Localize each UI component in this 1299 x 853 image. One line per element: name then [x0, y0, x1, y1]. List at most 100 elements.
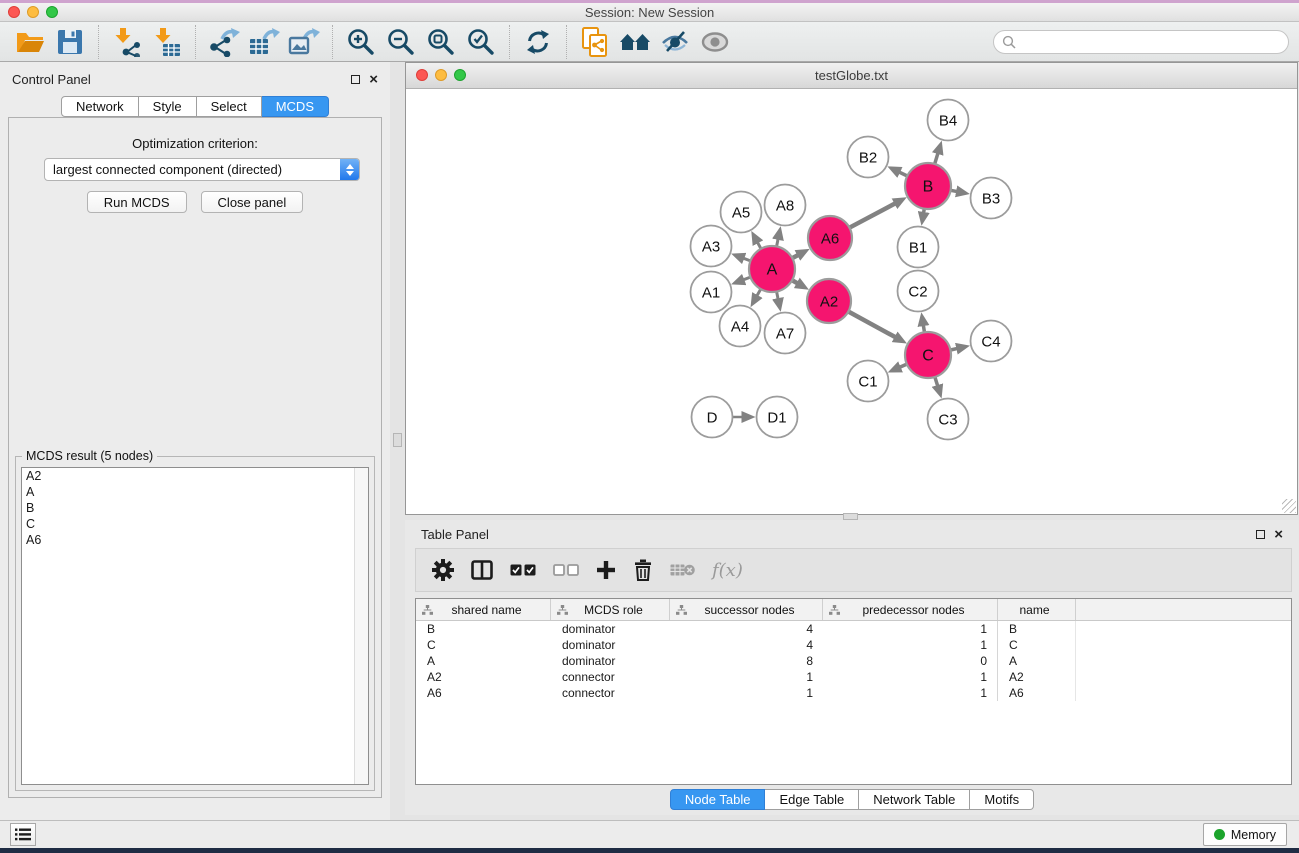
show-all-button[interactable] — [695, 24, 735, 60]
edge-B-B2[interactable] — [894, 169, 908, 176]
tab-edge-table[interactable]: Edge Table — [765, 789, 859, 810]
save-session-button[interactable] — [50, 24, 90, 60]
column-header-predecessor-nodes[interactable]: predecessor nodes — [823, 599, 998, 620]
apply-layout-button[interactable] — [518, 24, 558, 60]
close-panel-button[interactable]: Close panel — [201, 191, 304, 213]
tab-mcds[interactable]: MCDS — [262, 96, 329, 117]
deselect-all-button[interactable] — [553, 564, 579, 576]
horizontal-splitter-handle[interactable] — [843, 513, 858, 520]
cell-successor: 8 — [670, 653, 823, 669]
delete-table-button[interactable] — [670, 563, 695, 577]
export-table-button[interactable] — [244, 24, 284, 60]
zoom-fit-button[interactable] — [421, 24, 461, 60]
result-item[interactable]: B — [22, 500, 368, 516]
open-session-button[interactable] — [10, 24, 50, 60]
zoom-in-button[interactable] — [341, 24, 381, 60]
edge-C-C1[interactable] — [894, 364, 907, 370]
edge-A-A1[interactable] — [738, 277, 751, 282]
mcds-result-list[interactable]: A2 A B C A6 — [21, 467, 369, 785]
edge-C-C4[interactable] — [950, 347, 963, 350]
edge-C-C3[interactable] — [935, 377, 940, 392]
home-button[interactable] — [615, 24, 655, 60]
edge-C-C2[interactable] — [922, 319, 924, 332]
tab-motifs[interactable]: Motifs — [970, 789, 1034, 810]
vertical-splitter-handle[interactable] — [393, 433, 402, 447]
export-image-button[interactable] — [284, 24, 324, 60]
export-network-button[interactable] — [204, 24, 244, 60]
edge-A-A4[interactable] — [754, 289, 761, 301]
tab-style[interactable]: Style — [139, 96, 197, 117]
import-network-button[interactable] — [107, 24, 147, 60]
edge-A2-C[interactable] — [848, 312, 900, 341]
network-canvas[interactable]: ABCA6A2A5A8A3A1A4A7B2B4B3B1C2C4C1C3DD1 — [406, 89, 1297, 514]
network-graph: ABCA6A2A5A8A3A1A4A7B2B4B3B1C2C4C1C3DD1 — [406, 89, 1297, 515]
result-item[interactable]: A — [22, 484, 368, 500]
close-panel-icon[interactable]: × — [369, 75, 378, 84]
edge-A6-B[interactable] — [849, 201, 900, 228]
import-table-button[interactable] — [147, 24, 187, 60]
memory-button[interactable]: Memory — [1203, 823, 1287, 846]
tab-select[interactable]: Select — [197, 96, 262, 117]
zoom-selected-button[interactable] — [461, 24, 501, 60]
table-row[interactable]: A2 connector 1 1 A2 — [416, 669, 1291, 685]
node-label-C1: C1 — [858, 373, 877, 390]
column-selector-button[interactable] — [471, 560, 493, 580]
node-label-A: A — [767, 262, 778, 279]
column-header-shared-name[interactable]: shared name — [416, 599, 551, 620]
result-list-scrollbar[interactable] — [354, 468, 368, 784]
table-row[interactable]: B dominator 4 1 B — [416, 621, 1291, 637]
edge-A-A8[interactable] — [777, 233, 780, 247]
float-panel-icon[interactable] — [351, 75, 360, 84]
table-row[interactable]: C dominator 4 1 C — [416, 637, 1291, 653]
criterion-dropdown[interactable]: largest connected component (directed) — [44, 158, 360, 181]
cell-successor: 1 — [670, 685, 823, 701]
table-settings-button[interactable] — [432, 559, 454, 581]
edge-B-B1[interactable] — [923, 209, 925, 219]
delete-column-button[interactable] — [633, 559, 653, 581]
toolbar-separator — [509, 25, 510, 59]
zoom-fit-icon — [427, 28, 455, 56]
table-delete-icon — [670, 563, 695, 577]
network-window-title: testGlobe.txt — [406, 68, 1297, 83]
attribute-type-icon — [829, 605, 840, 615]
criterion-value: largest connected component (directed) — [45, 162, 340, 177]
run-mcds-button[interactable]: Run MCDS — [87, 191, 187, 213]
select-all-button[interactable] — [510, 564, 536, 576]
result-item[interactable]: C — [22, 516, 368, 532]
close-table-panel-icon[interactable]: × — [1274, 530, 1283, 539]
edge-B-B4[interactable] — [935, 147, 940, 164]
tab-network[interactable]: Network — [61, 96, 139, 117]
edge-A-A7[interactable] — [777, 292, 780, 306]
node-table: shared name MCDS role successor nodes pr… — [415, 598, 1292, 785]
zoom-out-button[interactable] — [381, 24, 421, 60]
cell-name: A6 — [998, 685, 1076, 701]
search-input[interactable] — [1020, 34, 1280, 49]
add-column-button[interactable] — [596, 560, 616, 580]
column-header-successor-nodes[interactable]: successor nodes — [670, 599, 823, 620]
main-toolbar — [0, 22, 1299, 62]
result-item[interactable]: A6 — [22, 532, 368, 548]
network-from-selection-button[interactable] — [575, 24, 615, 60]
hide-selected-button[interactable] — [655, 24, 695, 60]
edge-B-B3[interactable] — [951, 190, 963, 192]
edge-A-A6[interactable] — [792, 252, 803, 258]
tab-node-table[interactable]: Node Table — [670, 789, 766, 810]
unchecked-boxes-icon — [553, 564, 579, 576]
edge-A-A3[interactable] — [738, 256, 751, 261]
window-resize-grip[interactable] — [1282, 499, 1296, 513]
result-item[interactable]: A2 — [22, 468, 368, 484]
edge-A-A5[interactable] — [755, 237, 761, 249]
float-table-panel-icon[interactable] — [1256, 530, 1265, 539]
cell-mcds-role: dominator — [551, 637, 670, 653]
node-label-A2: A2 — [820, 293, 838, 310]
refresh-icon — [525, 29, 551, 55]
tab-network-table[interactable]: Network Table — [859, 789, 970, 810]
edge-A-A2[interactable] — [792, 280, 803, 286]
task-history-button[interactable] — [10, 823, 36, 846]
table-row[interactable]: A6 connector 1 1 A6 — [416, 685, 1291, 701]
column-header-name[interactable]: name — [998, 599, 1076, 620]
function-builder-button[interactable]: f(x) — [712, 560, 743, 581]
column-header-mcds-role[interactable]: MCDS role — [551, 599, 670, 620]
export-table-icon — [248, 27, 280, 57]
table-row[interactable]: A dominator 8 0 A — [416, 653, 1291, 669]
